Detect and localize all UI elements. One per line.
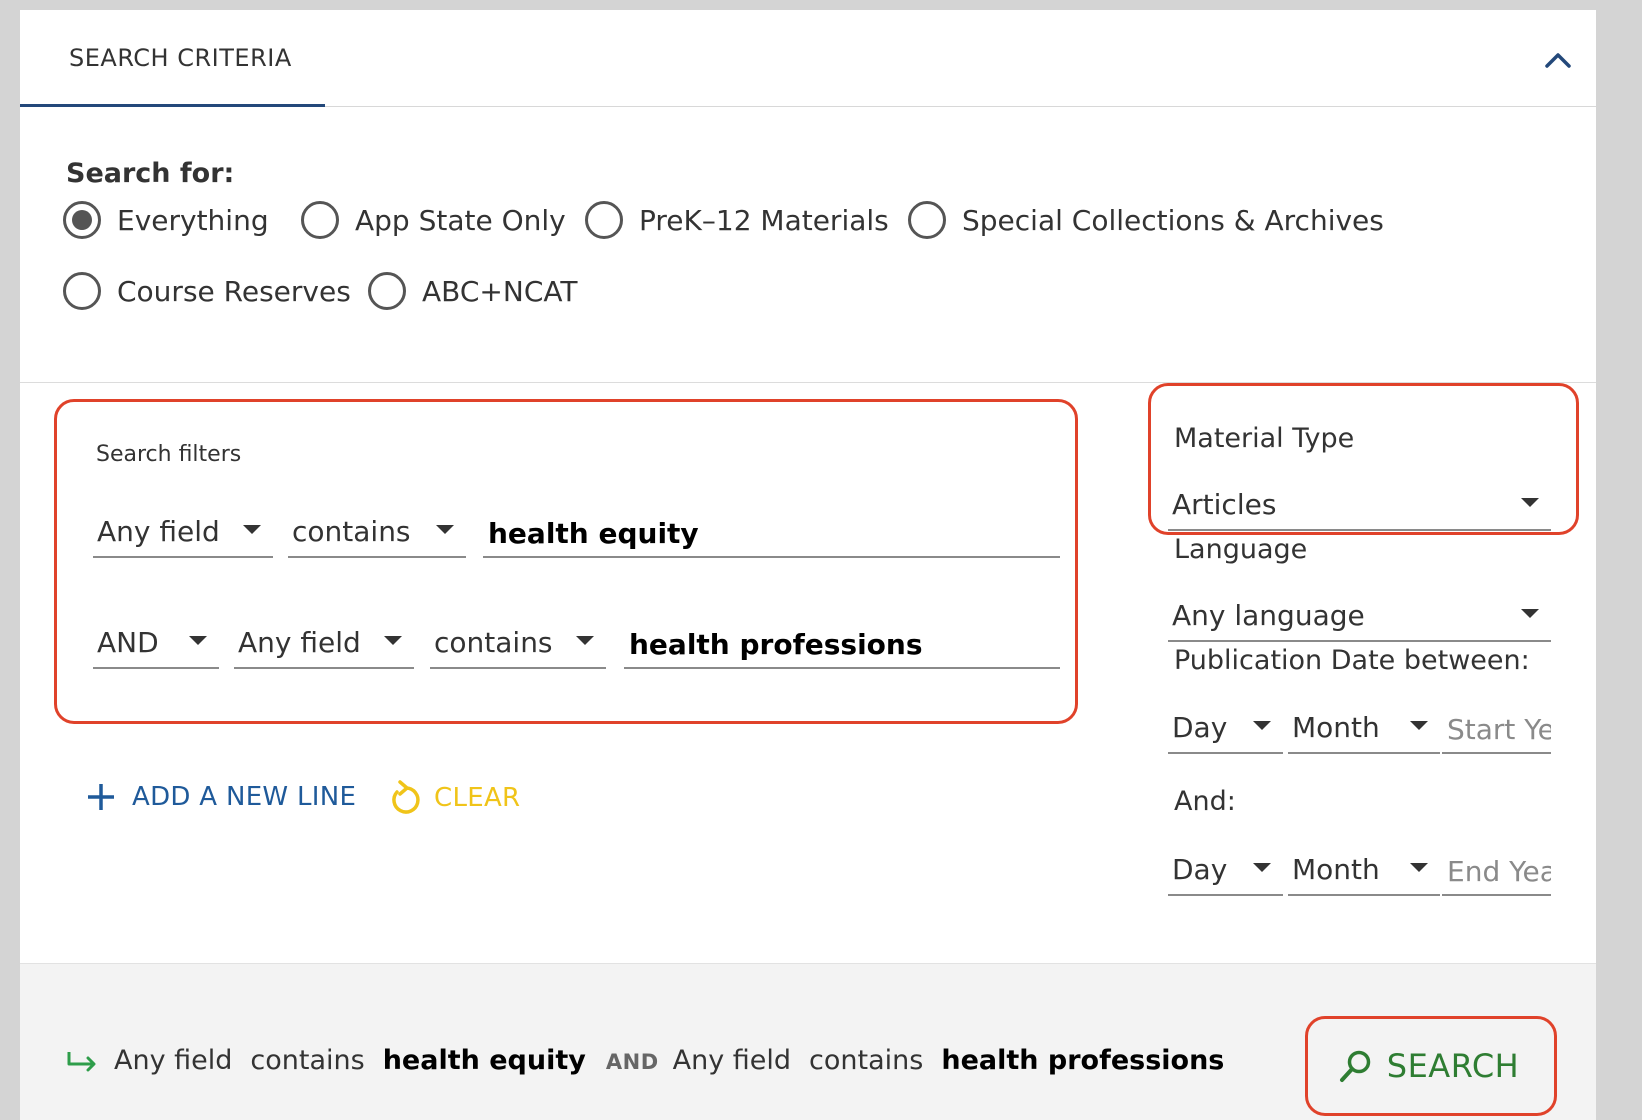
- row2-operator-value: contains: [434, 626, 553, 659]
- add-new-line-label: ADD A NEW LINE: [132, 782, 357, 812]
- summary-value-1: health equity: [382, 1045, 586, 1076]
- tab-bar: SEARCH CRITERIA: [20, 10, 1596, 107]
- summary-field-2: Any field: [672, 1045, 792, 1076]
- caret-down-icon: [384, 636, 402, 645]
- tab-search-criteria[interactable]: SEARCH CRITERIA: [20, 10, 325, 107]
- search-icon: [1339, 1050, 1371, 1082]
- clear-button[interactable]: CLEAR: [388, 780, 520, 816]
- undo-icon: [392, 780, 420, 814]
- summary-field-1: Any field: [114, 1045, 233, 1076]
- caret-down-icon: [436, 525, 454, 534]
- caret-down-icon: [1521, 609, 1539, 618]
- scope-label: Everything: [117, 203, 269, 237]
- end-year-input[interactable]: [1442, 855, 1551, 888]
- caret-down-icon: [1521, 498, 1539, 507]
- chevron-up-icon: [1545, 53, 1571, 68]
- summary-boolean: AND: [605, 1050, 659, 1074]
- scope-label: PreK–12 Materials: [639, 203, 889, 237]
- publication-date-label: Publication Date between:: [1174, 645, 1530, 676]
- radio-dot: [72, 210, 92, 230]
- caret-down-icon: [576, 636, 594, 645]
- row1-operator-select[interactable]: contains: [288, 500, 466, 558]
- caret-down-icon: [1253, 863, 1271, 872]
- end-month-select[interactable]: Month: [1288, 838, 1440, 896]
- language-select[interactable]: Any language: [1168, 584, 1551, 642]
- language-label: Language: [1174, 534, 1308, 565]
- radio-circle: [63, 272, 101, 310]
- start-year-input[interactable]: [1442, 713, 1551, 746]
- radio-circle: [301, 201, 339, 239]
- search-filters-title: Search filters: [96, 442, 242, 467]
- caret-down-icon: [1410, 863, 1428, 872]
- row1-search-input-wrap: [483, 500, 1060, 558]
- row1-search-input[interactable]: [483, 517, 1060, 550]
- caret-down-icon: [1410, 721, 1428, 730]
- search-criteria-panel: SEARCH CRITERIA Search for: Everything A…: [20, 10, 1596, 1120]
- end-day-select[interactable]: Day: [1168, 838, 1283, 896]
- row2-search-input-wrap: [624, 611, 1060, 669]
- row2-search-input[interactable]: [624, 628, 1060, 661]
- tab-search-criteria-label: SEARCH CRITERIA: [69, 44, 292, 72]
- clear-label: CLEAR: [434, 783, 521, 813]
- scope-label: ABC+NCAT: [422, 274, 578, 308]
- caret-down-icon: [189, 636, 207, 645]
- start-month-value: Month: [1292, 711, 1380, 744]
- start-month-select[interactable]: Month: [1288, 696, 1440, 754]
- end-year-input-wrap: [1442, 838, 1551, 896]
- caret-down-icon: [1253, 721, 1271, 730]
- summary-value-2: health professions: [941, 1045, 1225, 1076]
- language-value: Any language: [1172, 599, 1365, 632]
- end-day-value: Day: [1172, 853, 1228, 886]
- query-summary: Any field contains health equity AND Any…: [66, 1045, 1244, 1076]
- row2-field-value: Any field: [238, 626, 361, 659]
- collapse-button[interactable]: [1538, 40, 1578, 80]
- search-button-label: SEARCH: [1386, 1047, 1520, 1085]
- start-year-input-wrap: [1442, 696, 1551, 754]
- row1-operator-value: contains: [292, 515, 411, 548]
- search-button[interactable]: SEARCH: [1305, 1018, 1553, 1114]
- add-new-line-button[interactable]: ADD A NEW LINE: [86, 782, 356, 812]
- scope-label: App State Only: [355, 203, 566, 237]
- scope-radio-prek-12[interactable]: PreK–12 Materials: [585, 201, 889, 239]
- scope-radio-course-reserves[interactable]: Course Reserves: [63, 272, 351, 310]
- row2-field-select[interactable]: Any field: [234, 611, 414, 669]
- start-day-value: Day: [1172, 711, 1228, 744]
- radio-circle: [908, 201, 946, 239]
- radio-circle: [368, 272, 406, 310]
- start-day-select[interactable]: Day: [1168, 696, 1283, 754]
- scope-radio-app-state-only[interactable]: App State Only: [301, 201, 566, 239]
- material-type-label: Material Type: [1174, 423, 1355, 454]
- material-type-select[interactable]: Articles: [1168, 473, 1551, 531]
- summary-operator-1: contains: [250, 1045, 365, 1076]
- material-type-value: Articles: [1172, 488, 1277, 521]
- scope-radio-special-collections[interactable]: Special Collections & Archives: [908, 201, 1384, 239]
- scope-label: Course Reserves: [117, 274, 351, 308]
- row2-boolean-select[interactable]: AND: [93, 611, 219, 669]
- row2-operator-select[interactable]: contains: [430, 611, 606, 669]
- summary-operator-2: contains: [809, 1045, 924, 1076]
- radio-circle: [585, 201, 623, 239]
- caret-down-icon: [243, 525, 261, 534]
- search-footer: Any field contains health equity AND Any…: [20, 963, 1596, 1120]
- search-for-label: Search for:: [66, 158, 235, 189]
- plus-icon: [88, 784, 114, 810]
- row1-field-value: Any field: [97, 515, 220, 548]
- and-label: And:: [1174, 786, 1236, 817]
- scope-label: Special Collections & Archives: [962, 203, 1384, 237]
- row1-field-select[interactable]: Any field: [93, 500, 273, 558]
- scope-radio-abc-ncat[interactable]: ABC+NCAT: [368, 272, 577, 310]
- radio-circle-selected: [63, 201, 101, 239]
- row2-boolean-value: AND: [97, 626, 159, 659]
- arrow-right-icon: [67, 1051, 96, 1071]
- end-month-value: Month: [1292, 853, 1380, 886]
- scope-radio-everything[interactable]: Everything: [63, 201, 269, 239]
